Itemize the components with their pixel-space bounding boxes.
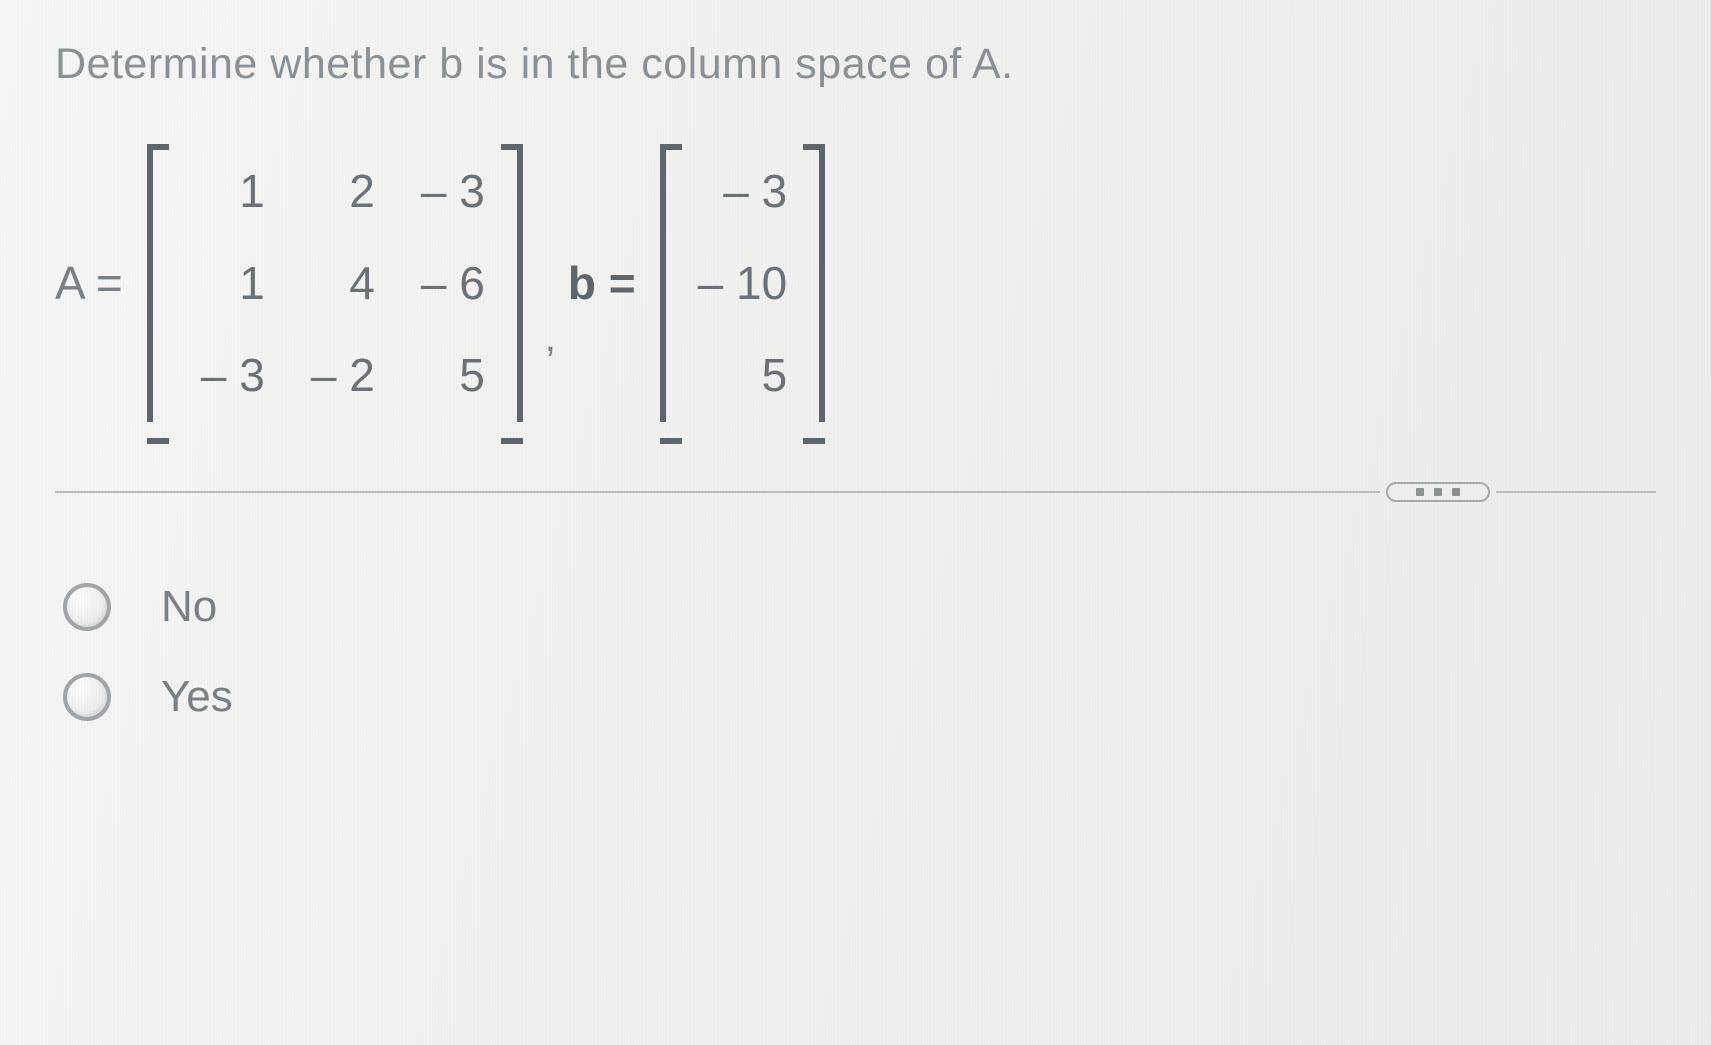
radio-icon[interactable] bbox=[63, 583, 111, 631]
option-no-label: No bbox=[161, 582, 217, 632]
vector-b-cells: – 3 – 10 5 bbox=[680, 144, 806, 422]
vector-b: – 3 – 10 5 bbox=[656, 144, 830, 422]
label-b: b = bbox=[568, 256, 636, 310]
ellipsis-icon bbox=[1434, 488, 1442, 496]
option-yes[interactable]: Yes bbox=[63, 672, 1656, 722]
cell-A-2-3: – 6 bbox=[405, 256, 485, 310]
label-A: A = bbox=[55, 256, 123, 310]
cell-A-1-3: – 3 bbox=[405, 164, 485, 218]
more-options-button[interactable] bbox=[1386, 482, 1490, 502]
option-no[interactable]: No bbox=[63, 582, 1656, 632]
answer-options: No Yes bbox=[63, 582, 1656, 722]
cell-b-3: 5 bbox=[698, 348, 788, 402]
cell-A-2-1: 1 bbox=[185, 256, 265, 310]
option-yes-label: Yes bbox=[161, 672, 233, 722]
cell-b-2: – 10 bbox=[698, 256, 788, 310]
cell-A-3-1: – 3 bbox=[185, 348, 265, 402]
comma: , bbox=[545, 206, 556, 361]
cell-A-1-2: 2 bbox=[295, 164, 375, 218]
bracket-right-icon bbox=[503, 144, 527, 422]
bracket-left-icon bbox=[143, 144, 167, 422]
separator-line bbox=[1496, 491, 1656, 493]
bracket-left-icon bbox=[656, 144, 680, 422]
separator-line bbox=[55, 491, 1380, 493]
cell-b-1: – 3 bbox=[698, 164, 788, 218]
cell-A-1-1: 1 bbox=[185, 164, 265, 218]
matrix-A-cells: 1 2 – 3 1 4 – 6 – 3 – 2 5 bbox=[167, 144, 503, 422]
cell-A-3-2: – 2 bbox=[295, 348, 375, 402]
radio-icon[interactable] bbox=[63, 673, 111, 721]
cell-A-3-3: 5 bbox=[405, 348, 485, 402]
equation-row: A = 1 2 – 3 1 4 – 6 – 3 – 2 5 , b = – 3 … bbox=[55, 144, 1656, 422]
ellipsis-icon bbox=[1416, 488, 1424, 496]
matrix-A: 1 2 – 3 1 4 – 6 – 3 – 2 5 bbox=[143, 144, 527, 422]
ellipsis-icon bbox=[1452, 488, 1460, 496]
separator-row bbox=[55, 482, 1656, 502]
bracket-right-icon bbox=[805, 144, 829, 422]
cell-A-2-2: 4 bbox=[295, 256, 375, 310]
question-text: Determine whether b is in the column spa… bbox=[55, 40, 1656, 89]
